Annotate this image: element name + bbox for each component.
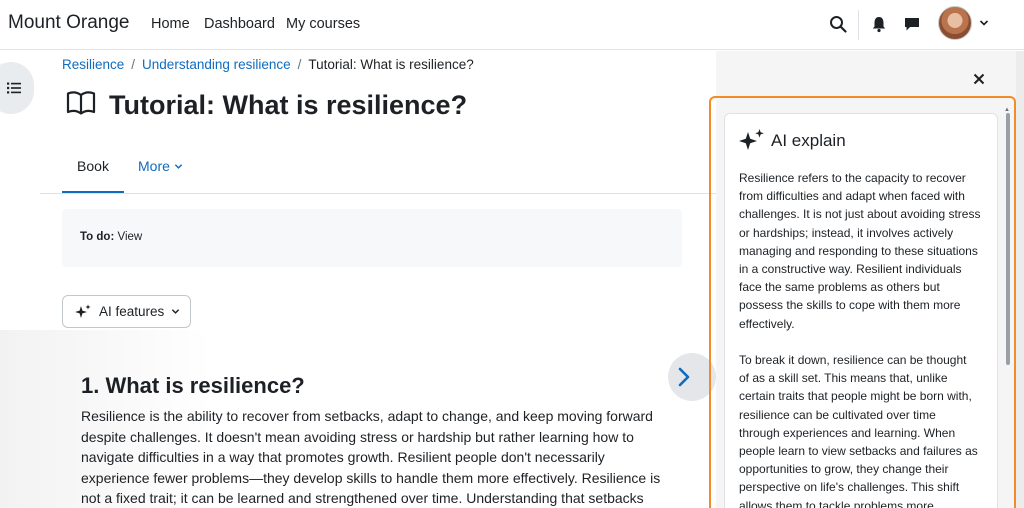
- close-icon[interactable]: [972, 72, 986, 86]
- chevron-down-icon: [174, 163, 183, 169]
- chapter-body-line: experience fewer problems—they develop s…: [81, 469, 661, 486]
- sparkles-icon: [75, 304, 91, 318]
- ai-drawer-highlight: [709, 96, 1016, 508]
- list-icon: [7, 82, 21, 94]
- chat-icon[interactable]: [903, 15, 921, 33]
- activity-dates-box: To do: View: [62, 209, 682, 267]
- breadcrumb-separator: /: [131, 57, 136, 72]
- nav-dashboard-link[interactable]: Dashboard: [204, 16, 275, 32]
- todo-label: To do:: [80, 231, 115, 243]
- tab-more[interactable]: More: [138, 158, 183, 174]
- breadcrumb-current: Tutorial: What is resilience?: [308, 57, 474, 72]
- book-icon: [66, 91, 96, 115]
- chevron-down-icon: [172, 309, 180, 314]
- breadcrumb-section-link[interactable]: Understanding resilience: [142, 57, 291, 72]
- ai-features-button[interactable]: AI features: [62, 295, 191, 328]
- chapter-body-line: navigate difficulties in a way that prom…: [81, 449, 605, 465]
- navbar-divider: [858, 10, 859, 40]
- search-icon[interactable]: [829, 15, 847, 33]
- chapter-body-line: despite challenges. It doesn't mean avoi…: [81, 428, 634, 445]
- chapter-heading: 1. What is resilience?: [81, 373, 305, 398]
- breadcrumb: Resilience / Understanding resilience / …: [62, 57, 474, 72]
- tab-more-label: More: [138, 158, 170, 174]
- site-brand[interactable]: Mount Orange: [8, 12, 129, 34]
- top-navbar: Mount Orange Home Dashboard My courses: [0, 0, 1024, 50]
- chapter-body-line: Resilience is the ability to recover fro…: [81, 408, 653, 424]
- chevron-right-icon: [678, 367, 690, 387]
- page-scrollbar[interactable]: [1016, 51, 1024, 508]
- tabs-divider: [40, 193, 716, 194]
- ai-features-label: AI features: [99, 304, 165, 319]
- bell-icon[interactable]: [870, 15, 888, 33]
- nav-my-courses-link[interactable]: My courses: [286, 16, 360, 32]
- course-index-toggle[interactable]: [0, 62, 34, 114]
- todo-badge: To do: View: [80, 231, 142, 243]
- breadcrumb-course-link[interactable]: Resilience: [62, 57, 124, 72]
- tab-book[interactable]: Book: [62, 158, 124, 194]
- page-title: Tutorial: What is resilience?: [109, 90, 468, 120]
- user-avatar[interactable]: [938, 6, 972, 40]
- todo-value: View: [117, 231, 143, 243]
- nav-home-link[interactable]: Home: [151, 16, 190, 32]
- breadcrumb-separator: /: [297, 57, 302, 72]
- chapter-body: Resilience is the ability to recover fro…: [81, 406, 661, 508]
- chapter-body-line: not a fixed trait; it can be learned and…: [81, 490, 644, 506]
- chevron-down-icon[interactable]: [979, 18, 989, 28]
